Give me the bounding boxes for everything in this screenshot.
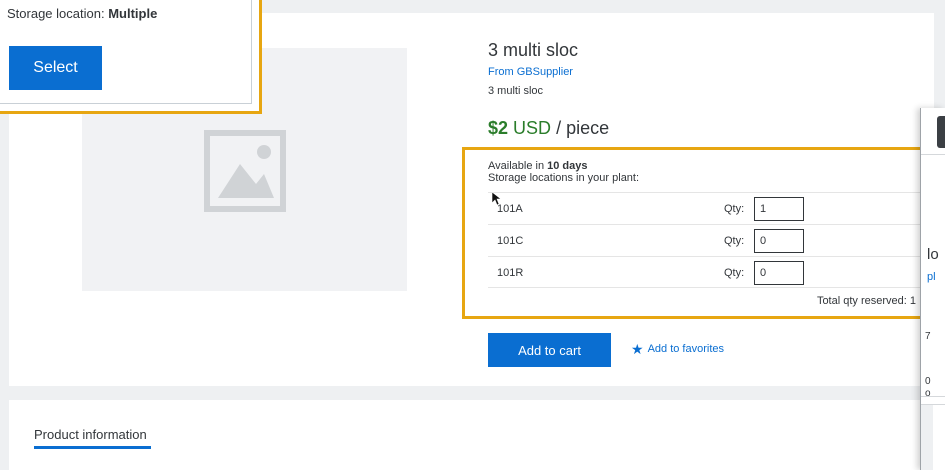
availability-prefix: Available in xyxy=(488,160,545,172)
star-icon: ★ xyxy=(631,341,644,357)
qty-input-101c[interactable] xyxy=(754,229,804,253)
qty-input-101a[interactable] xyxy=(754,197,804,221)
storage-location-summary: Storage location: Multiple xyxy=(7,6,157,21)
availability-value: 10 days xyxy=(547,160,588,172)
price-unit: / piece xyxy=(556,118,610,138)
background-window: lo pl 7 0 o xyxy=(920,108,945,470)
price-currency: USD xyxy=(513,118,552,138)
image-placeholder-icon xyxy=(204,130,286,212)
total-qty-reserved: Total qty reserved: 1 xyxy=(816,295,916,307)
add-to-favorites-link[interactable]: ★ Add to favorites xyxy=(631,341,724,357)
qty-label: Qty: xyxy=(724,235,745,247)
sloc-code: 101R xyxy=(497,267,524,279)
background-window-text: 7 xyxy=(925,331,931,342)
table-row: 101A Qty: xyxy=(488,192,920,224)
qty-label: Qty: xyxy=(724,203,745,215)
storage-locations-table: 101A Qty: 101C Qty: 101R Qty: xyxy=(488,192,920,288)
background-window-header xyxy=(921,108,945,155)
storage-location-value: Multiple xyxy=(108,6,158,21)
background-window-text: lo xyxy=(927,246,939,263)
add-to-cart-button[interactable]: Add to cart xyxy=(488,333,611,367)
favorites-label: Add to favorites xyxy=(647,343,724,355)
background-window-footer xyxy=(921,404,945,470)
product-description: 3 multi sloc xyxy=(488,85,544,97)
storage-location-popup: Storage location: Multiple Select xyxy=(0,0,262,114)
price-amount: $2 xyxy=(488,118,509,138)
tab-product-information[interactable]: Product information xyxy=(34,427,147,442)
dark-tile-icon xyxy=(937,116,945,148)
storage-locations-heading: Storage locations in your plant: xyxy=(488,172,640,184)
qty-input-101r[interactable] xyxy=(754,261,804,285)
background-window-text: 0 xyxy=(925,376,931,387)
background-window-panel xyxy=(933,405,945,470)
availability-text: Available in 10 days xyxy=(488,160,588,172)
storage-locations-panel: Available in 10 days Storage locations i… xyxy=(462,147,923,319)
background-window-link: pl xyxy=(927,271,936,283)
product-price: $2 USD / piece xyxy=(488,118,609,139)
background-window-text: o xyxy=(925,388,931,399)
supplier-link[interactable]: From GBSupplier xyxy=(488,66,573,78)
sloc-code: 101C xyxy=(497,235,524,247)
product-title: 3 multi sloc xyxy=(488,40,579,60)
table-row: 101R Qty: xyxy=(488,256,920,288)
product-info-card: Product information xyxy=(9,400,934,470)
storage-location-label: Storage location: xyxy=(7,6,105,21)
tab-active-indicator xyxy=(34,446,151,449)
qty-label: Qty: xyxy=(724,267,745,279)
mouse-pointer-icon xyxy=(492,192,502,206)
select-button[interactable]: Select xyxy=(9,46,102,90)
divider xyxy=(921,396,945,397)
table-row: 101C Qty: xyxy=(488,224,920,256)
